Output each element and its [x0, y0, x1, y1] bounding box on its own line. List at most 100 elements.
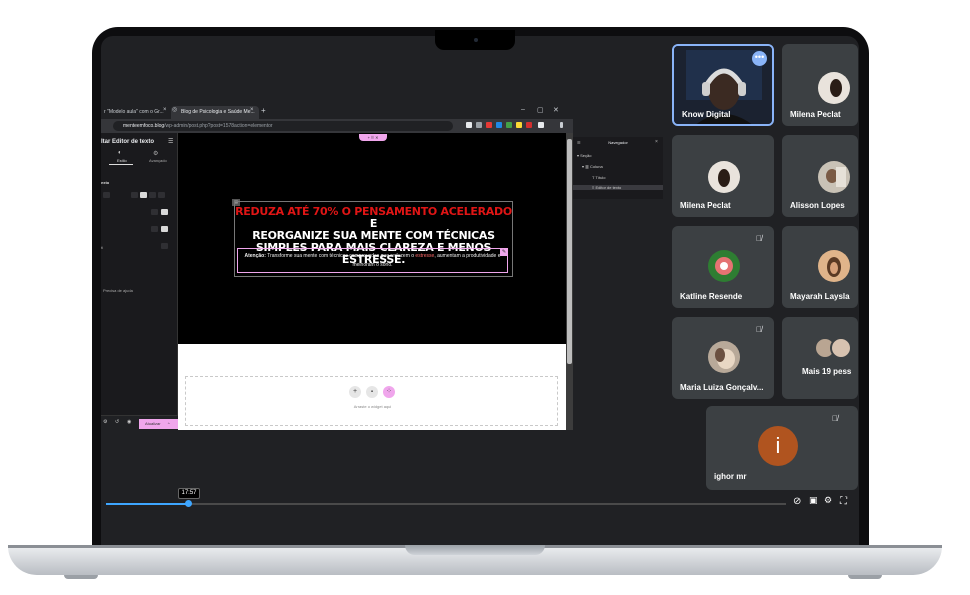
- participant-name: ighor mr: [714, 472, 747, 481]
- globe-icon[interactable]: [151, 226, 158, 232]
- drop-zone-label: Arraste o widget aqui: [353, 404, 392, 409]
- overflow-count: Mais 19 pess: [802, 367, 852, 376]
- advanced-tab-icon[interactable]: ⚙: [153, 150, 158, 157]
- participant-name: Alisson Lopes: [790, 201, 845, 210]
- maximize-button[interactable]: ▢: [537, 106, 544, 114]
- align-right-button[interactable]: [149, 192, 156, 198]
- avatar: [830, 337, 852, 359]
- progress-bar[interactable]: [106, 503, 786, 505]
- address-bar[interactable]: menteemfoco.blog/wp-admin/post.php?post=…: [113, 121, 453, 131]
- edit-icon[interactable]: [161, 243, 168, 249]
- elementor-panel: Itar Editor de texto ☰ ◐ ⚙ Estilo Avança…: [101, 133, 181, 430]
- extension-icon[interactable]: [476, 122, 482, 128]
- extension-icon[interactable]: [506, 122, 512, 128]
- tab-advanced[interactable]: Avançado: [149, 158, 167, 163]
- participant-tile[interactable]: Milena Peclat: [782, 44, 858, 126]
- progress-scrubber[interactable]: [185, 500, 192, 507]
- mic-off-icon: 🎙̸: [756, 325, 762, 334]
- menu-icon[interactable]: [560, 122, 563, 128]
- align-center-button[interactable]: [140, 192, 147, 198]
- hero-section[interactable]: + ⠿ ✕ ▤ REDUZA ATÉ 70% O PENSAMENTO ACEL…: [178, 133, 566, 344]
- url-host: menteemfoco.blog: [123, 123, 165, 129]
- participant-tile-overflow[interactable]: Mais 19 pess: [782, 317, 858, 399]
- scrollbar-thumb[interactable]: [567, 139, 572, 364]
- section-label: exto: [101, 180, 110, 185]
- extension-icon[interactable]: [486, 122, 492, 128]
- fullscreen-icon[interactable]: ⛶: [840, 496, 847, 507]
- align-justify-button[interactable]: [158, 192, 165, 198]
- no-autoplay-icon[interactable]: ⊘: [793, 496, 801, 507]
- minimize-button[interactable]: –: [521, 106, 525, 113]
- laptop-opening-groove: [405, 545, 545, 555]
- avatar-initial: i: [758, 426, 798, 466]
- participant-name: Katline Resende: [680, 292, 743, 301]
- navigator-item-column[interactable]: ▾ ▥ Coluna: [582, 164, 603, 169]
- settings-icon[interactable]: ⚙: [103, 419, 107, 425]
- preview-icon[interactable]: ◉: [127, 419, 131, 425]
- participant-tile[interactable]: Mayarah Laysla: [782, 226, 858, 308]
- tab-indicator: [109, 164, 133, 165]
- navigator-panel: ☰ Navegador × ▾ Seção ▾ ▥ Coluna T Títul…: [573, 137, 663, 199]
- tab-style[interactable]: Estilo: [117, 158, 127, 163]
- publish-button[interactable]: Atualizar ^: [139, 419, 178, 429]
- close-tab-icon[interactable]: ×: [163, 107, 167, 113]
- browser-tab-2[interactable]: Blog de Psicologia e Saúde Me...: [171, 106, 259, 119]
- section-handle[interactable]: + ⠿ ✕: [359, 134, 387, 141]
- extension-icon[interactable]: [526, 122, 532, 128]
- navigator-item-label: Editor de texto: [595, 185, 622, 190]
- laptop-foot: [848, 575, 882, 579]
- more-options-icon[interactable]: •••: [752, 51, 767, 66]
- subtext: Atenção: Transforme sua mente com técnic…: [238, 252, 507, 270]
- close-tab-icon[interactable]: ×: [250, 107, 254, 113]
- color-swatch[interactable]: [161, 209, 168, 215]
- timestamp-tooltip: 17:57: [178, 488, 200, 499]
- participant-tile[interactable]: 🎙̸ Katline Resende: [672, 226, 774, 308]
- control-icon[interactable]: [103, 192, 110, 198]
- extension-icon[interactable]: [496, 122, 502, 128]
- browser-tab-1[interactable]: r "Modelo aula" com o Gr...: [101, 106, 169, 119]
- mic-off-icon: 🎙̸: [832, 414, 838, 423]
- url-path: /wp-admin/post.php?post=1578action=eleme…: [164, 123, 273, 129]
- navigator-item-section[interactable]: ▾ Seção: [577, 153, 591, 158]
- navigator-item-text-editor[interactable]: ≡ Editor de texto: [573, 185, 663, 190]
- edit-widget-icon[interactable]: ✎: [500, 248, 508, 256]
- drop-zone[interactable]: + ▪ ⁘ Arraste o widget aqui: [185, 376, 558, 426]
- avatar: [818, 250, 850, 282]
- ai-button[interactable]: ⁘: [383, 386, 395, 398]
- text-editor-widget[interactable]: Atenção: Transforme sua mente com técnic…: [237, 248, 508, 273]
- new-tab-button[interactable]: +: [261, 106, 266, 115]
- navigator-item-label: Coluna: [590, 164, 603, 169]
- history-icon[interactable]: ↺: [115, 419, 119, 425]
- row-label: ti: [101, 245, 103, 250]
- participant-name: Milena Peclat: [680, 201, 731, 210]
- settings-icon[interactable]: ⚙: [824, 496, 832, 506]
- close-icon[interactable]: ×: [655, 139, 658, 145]
- align-left-button[interactable]: [131, 192, 138, 198]
- edit-icon[interactable]: [161, 226, 168, 232]
- participant-tile[interactable]: Milena Peclat: [672, 135, 774, 217]
- navigator-item-label: Seção: [580, 153, 592, 158]
- participant-tile[interactable]: Alisson Lopes: [782, 135, 858, 217]
- participant-tile[interactable]: 🎙̸ Maria Luiza Gonçalv...: [672, 317, 774, 399]
- participant-tile-active[interactable]: ••• Know Digital: [672, 44, 774, 126]
- participant-tile[interactable]: 🎙̸ i ighor mr: [706, 406, 858, 490]
- avatar: [818, 72, 850, 104]
- profile-icon[interactable]: [538, 122, 544, 128]
- extension-icon[interactable]: [516, 122, 522, 128]
- subtitles-icon[interactable]: ▣: [809, 496, 818, 506]
- navigator-item-label: Título: [595, 175, 606, 180]
- add-section-button[interactable]: +: [349, 386, 361, 398]
- grid-menu-icon[interactable]: ☰: [168, 138, 173, 145]
- bookmark-icon[interactable]: [466, 122, 472, 128]
- avatar: [708, 341, 740, 373]
- close-window-button[interactable]: ✕: [553, 106, 559, 114]
- template-library-button[interactable]: ▪: [366, 386, 378, 398]
- participant-name: Milena Peclat: [790, 110, 841, 119]
- style-tab-icon[interactable]: ◐: [118, 150, 122, 156]
- editor-canvas[interactable]: + ⠿ ✕ ▤ REDUZA ATÉ 70% O PENSAMENTO ACEL…: [178, 133, 566, 430]
- navigator-title: Navegador: [608, 140, 628, 145]
- participant-name: Maria Luiza Gonçalv...: [680, 383, 764, 392]
- navigator-item-title[interactable]: T Título: [592, 175, 605, 180]
- help-link[interactable]: Precisa de ajuda: [103, 288, 133, 293]
- globe-icon[interactable]: [151, 209, 158, 215]
